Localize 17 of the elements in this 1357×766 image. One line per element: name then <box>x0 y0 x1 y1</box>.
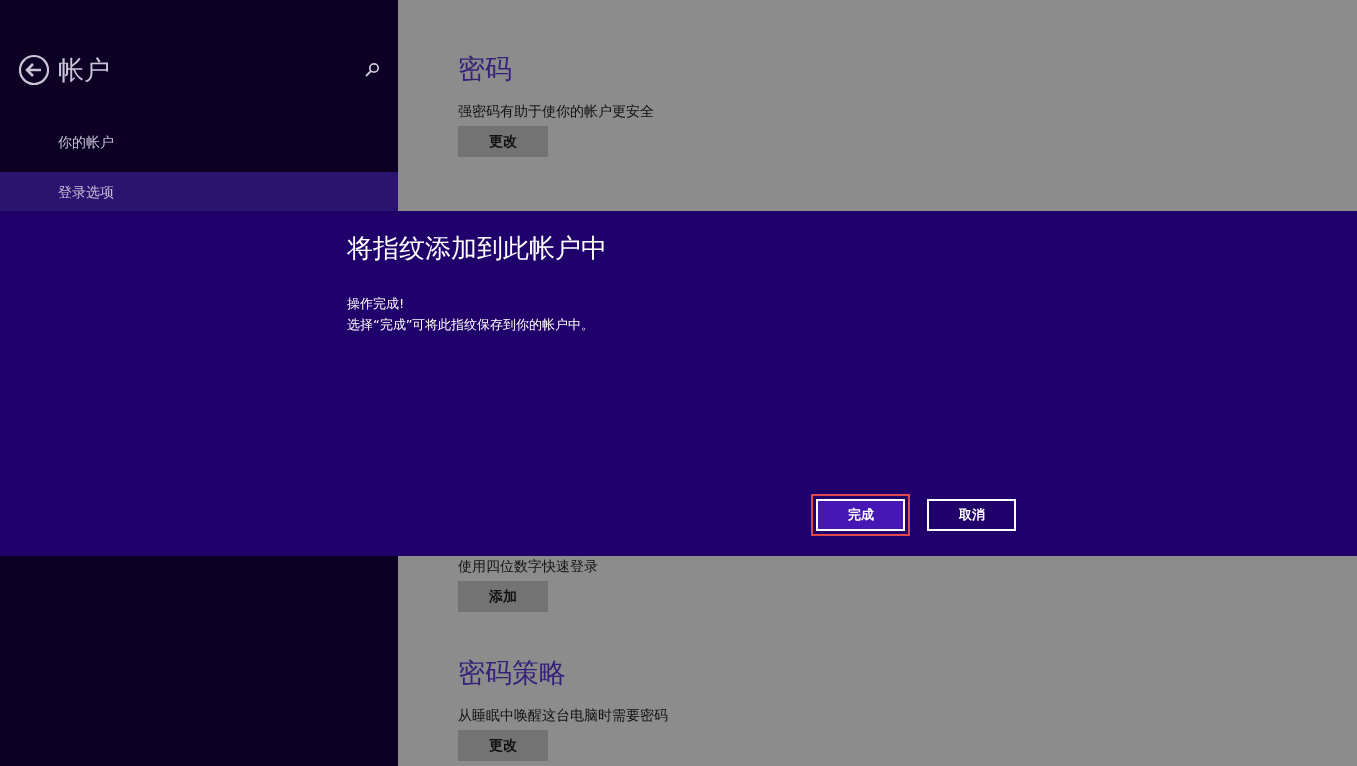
section-description: 使用四位数字快速登录 <box>458 557 598 575</box>
section-heading: 密码策略 <box>458 656 566 690</box>
sidebar-item[interactable]: 你的帐户 <box>0 122 398 164</box>
sidebar-item[interactable]: 登录选项 <box>0 172 398 214</box>
dialog-button[interactable]: 取消 <box>927 499 1016 531</box>
section-description: 强密码有助于使你的帐户更安全 <box>458 102 654 120</box>
section-heading: 密码 <box>458 52 512 86</box>
action-button[interactable]: 更改 <box>458 126 548 157</box>
section-description: 从睡眠中唤醒这台电脑时需要密码 <box>458 706 668 724</box>
search-icon[interactable] <box>364 62 380 78</box>
dialog-message: 操作完成! <box>347 295 406 313</box>
action-button[interactable]: 添加 <box>458 581 548 612</box>
sidebar-title: 帐户 <box>58 53 111 87</box>
dialog-message: 选择“完成”可将此指纹保存到你的帐户中。 <box>347 316 596 334</box>
dialog-button[interactable]: 完成 <box>816 499 905 531</box>
action-button[interactable]: 更改 <box>458 730 548 761</box>
dialog-title: 将指纹添加到此帐户中 <box>347 232 608 265</box>
